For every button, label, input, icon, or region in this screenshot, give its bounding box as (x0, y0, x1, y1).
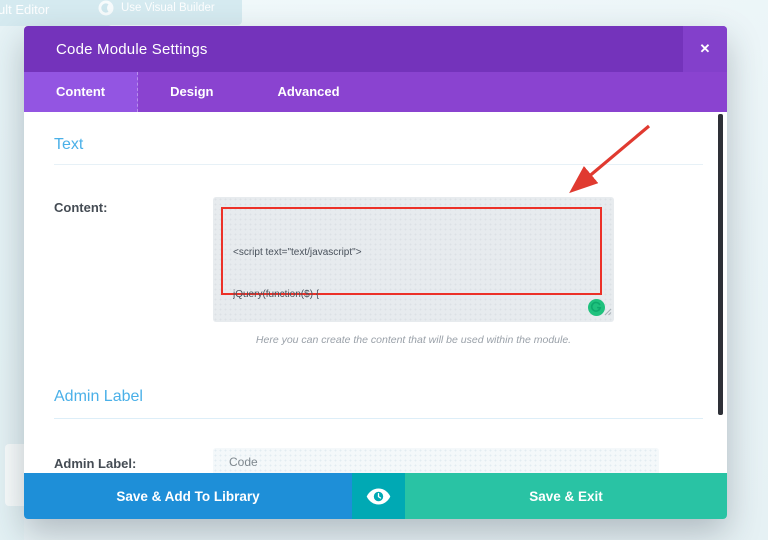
visual-builder-eye-icon (98, 0, 114, 16)
content-code-textarea[interactable]: <script text="text/javascript"> jQuery(f… (213, 197, 614, 322)
admin-section-heading: Admin Label (54, 388, 143, 406)
modal-footer: Save & Add To Library Save & Exit (24, 473, 727, 519)
settings-tabbar: Content Design Advanced (24, 72, 727, 112)
tab-content[interactable]: Content (24, 72, 138, 112)
code-content: <script text="text/javascript"> jQuery(f… (233, 218, 608, 322)
visual-builder-label: Use Visual Builder (121, 2, 215, 14)
save-add-to-library-button[interactable]: Save & Add To Library (24, 473, 352, 519)
modal-header: Code Module Settings ✕ (24, 26, 727, 72)
code-line: jQuery(function($) { (233, 288, 608, 302)
section-divider (54, 418, 703, 419)
save-exit-button[interactable]: Save & Exit (405, 473, 727, 519)
admin-label-input[interactable] (213, 448, 659, 473)
admin-field-label: Admin Label: (54, 456, 136, 471)
textarea-resize-handle[interactable] (604, 303, 612, 321)
modal-body: Text Content: <script text="text/javascr… (24, 112, 727, 473)
tab-design[interactable]: Design (138, 72, 245, 112)
preview-button[interactable] (352, 473, 405, 519)
content-helper-text: Here you can create the content that wil… (213, 334, 614, 346)
modal-scrollbar[interactable] (718, 114, 723, 415)
code-module-settings-modal: Code Module Settings ✕ Content Design Ad… (24, 26, 727, 519)
content-field-label: Content: (54, 200, 107, 215)
grammarly-icon[interactable] (588, 299, 605, 316)
code-line: <script text="text/javascript"> (233, 246, 608, 260)
text-section-heading: Text (54, 136, 83, 154)
close-icon[interactable]: ✕ (683, 26, 727, 72)
modal-title: Code Module Settings (24, 41, 208, 58)
eye-icon (366, 488, 391, 505)
section-divider (54, 164, 703, 165)
default-editor-label: ult Editor (0, 2, 49, 17)
tab-advanced[interactable]: Advanced (245, 72, 371, 112)
use-visual-builder-button[interactable]: Use Visual Builder (86, 0, 242, 25)
